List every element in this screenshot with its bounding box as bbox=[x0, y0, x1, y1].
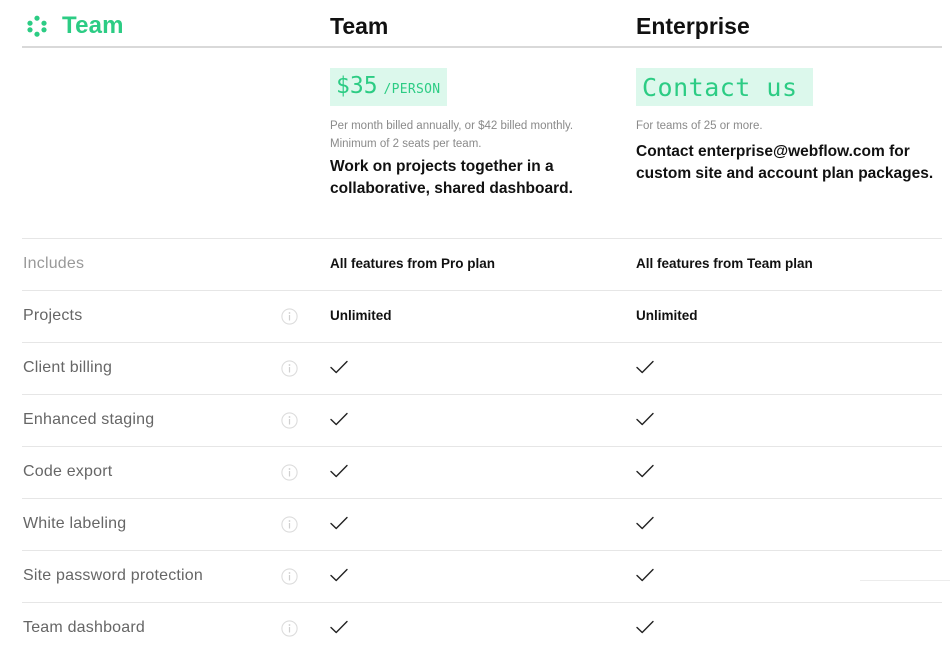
brand: Team bbox=[26, 12, 124, 40]
enterprise-value: All features from Team plan bbox=[636, 256, 813, 271]
checkmark-icon bbox=[330, 516, 348, 530]
feature-row: Projects Unlimited Unlimited bbox=[22, 290, 942, 342]
info-icon[interactable] bbox=[281, 412, 298, 429]
checkmark-icon bbox=[330, 412, 348, 426]
price-note: Per month billed annually, or $42 billed… bbox=[330, 117, 620, 153]
dots-circle-icon bbox=[27, 15, 47, 37]
checkmark-icon bbox=[636, 412, 654, 426]
feature-row: Enhanced staging bbox=[22, 394, 942, 446]
feature-label: Code export bbox=[23, 463, 113, 480]
price-amount: $35 bbox=[336, 73, 378, 99]
column-title-team: Team bbox=[330, 13, 389, 39]
feature-label: Client billing bbox=[23, 359, 113, 376]
team-value: All features from Pro plan bbox=[330, 256, 496, 271]
info-icon[interactable] bbox=[281, 464, 298, 481]
price-unit: /PERSON bbox=[383, 82, 441, 97]
plan-enterprise: Contact us For teams of 25 or more. Cont… bbox=[636, 68, 936, 185]
enterprise-value: Unlimited bbox=[636, 308, 698, 323]
info-icon[interactable] bbox=[281, 308, 298, 325]
checkmark-icon bbox=[330, 568, 348, 582]
column-title-enterprise: Enterprise bbox=[636, 13, 750, 39]
info-icon[interactable] bbox=[281, 516, 298, 533]
feature-row: White labeling bbox=[22, 498, 942, 550]
feature-row: Client billing bbox=[22, 342, 942, 394]
feature-row: Site password protection bbox=[22, 550, 942, 602]
brand-label: Team bbox=[62, 12, 124, 39]
feature-label: Enhanced staging bbox=[23, 411, 155, 428]
price-badge: $35 /PERSON bbox=[330, 68, 448, 106]
feature-label: White labeling bbox=[23, 515, 127, 532]
plan-description: Work on projects together in a collabora… bbox=[330, 158, 573, 197]
checkmark-icon bbox=[636, 464, 654, 478]
price-note-line: Per month billed annually, or $42 billed… bbox=[330, 120, 574, 132]
price-note-line: For teams of 25 or more. bbox=[636, 120, 763, 132]
plan-description: Contact enterprise@webflow.com for custo… bbox=[636, 143, 934, 182]
team-value: Unlimited bbox=[330, 308, 392, 323]
feature-row: Code export bbox=[22, 446, 942, 498]
info-icon[interactable] bbox=[281, 620, 298, 637]
checkmark-icon bbox=[636, 360, 654, 374]
feature-row: Team dashboard bbox=[22, 602, 942, 654]
feature-label: Site password protection bbox=[23, 567, 204, 584]
price-note: For teams of 25 or more. bbox=[636, 117, 936, 135]
checkmark-icon bbox=[330, 464, 348, 478]
feature-row: Includes All features from Pro plan All fe… bbox=[22, 238, 942, 290]
feature-label: Includes bbox=[23, 255, 85, 272]
info-icon[interactable] bbox=[281, 568, 298, 585]
checkmark-icon bbox=[330, 360, 348, 374]
info-icon[interactable] bbox=[281, 360, 298, 377]
price-note-line: Minimum of 2 seats per team. bbox=[330, 138, 482, 150]
checkmark-icon bbox=[636, 568, 654, 582]
divider bbox=[860, 580, 950, 581]
checkmark-icon bbox=[636, 620, 654, 634]
pricing-header: Team Team Enterprise bbox=[22, 0, 942, 48]
checkmark-icon bbox=[330, 620, 348, 634]
checkmark-icon bbox=[636, 516, 654, 530]
contact-badge[interactable]: Contact us bbox=[636, 68, 813, 106]
feature-label: Projects bbox=[23, 307, 83, 324]
feature-label: Team dashboard bbox=[23, 619, 145, 636]
feature-table: Includes All features from Pro plan All fe… bbox=[22, 238, 942, 654]
plan-team: $35 /PERSON Per month billed annually, o… bbox=[330, 68, 620, 200]
contact-us-label[interactable]: Contact us bbox=[642, 73, 806, 102]
